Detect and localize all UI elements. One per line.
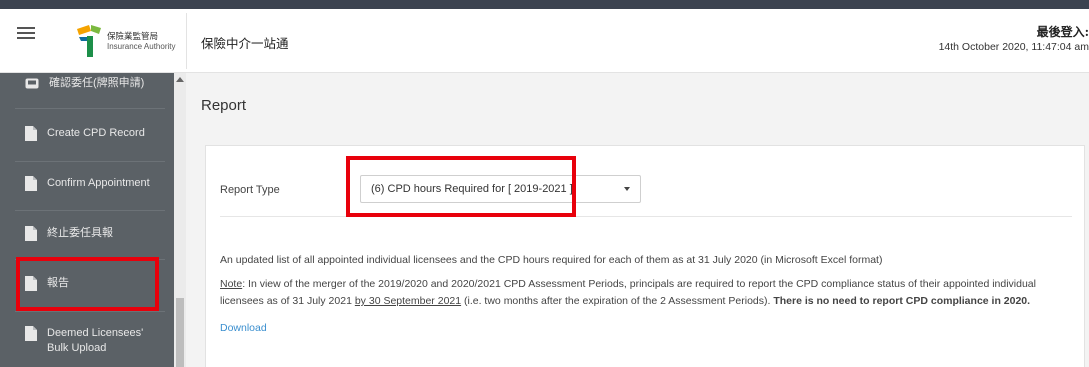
sidebar-divider: [15, 210, 165, 211]
sidebar-item-termination-notice[interactable]: 終止委任具報: [0, 226, 174, 241]
download-link[interactable]: Download: [220, 322, 267, 334]
document-icon: [25, 126, 37, 141]
last-login-info: 最後登入: 14th October 2020, 11:47:04 am: [939, 23, 1089, 53]
note-deadline: by 30 September 2021: [354, 295, 462, 307]
highlight-box-report-type: [346, 156, 576, 217]
sidebar-divider: [15, 108, 165, 109]
page-title: Report: [201, 97, 247, 114]
report-description: An updated list of all appointed individ…: [220, 254, 883, 266]
sidebar-item-deemed-licensees-bulk-upload[interactable]: Deemed Licensees' Bulk Upload: [0, 326, 174, 356]
sidebar-item-confirm-appointment-licence[interactable]: 確認委任(牌照申請): [0, 76, 174, 91]
note-label: Note: [220, 278, 243, 290]
logo-chinese-text: 保險業監管局: [107, 32, 159, 42]
menu-icon[interactable]: [13, 21, 39, 45]
logo-english-text: Insurance Authority: [107, 42, 176, 51]
header: 保險業監管局 Insurance Authority 保險中介一站通 最後登入:…: [0, 9, 1089, 73]
insurance-authority-logo-icon: [77, 25, 101, 57]
document-icon: [25, 326, 37, 341]
dropdown-arrow-icon: [624, 187, 630, 191]
note-bold-text: There is no need to report CPD complianc…: [773, 295, 1031, 307]
sidebar-item-label: Create CPD Record: [47, 127, 145, 139]
sidebar-scrollbar[interactable]: [174, 73, 186, 367]
site-title: 保險中介一站通: [201, 36, 289, 51]
sidebar-item-label: Deemed Licensees' Bulk Upload: [47, 327, 144, 354]
logo[interactable]: 保險業監管局 Insurance Authority: [55, 13, 187, 69]
report-note: Note: In view of the merger of the 2019/…: [220, 278, 1036, 307]
sidebar-divider: [15, 311, 165, 312]
sidebar-item-confirm-appointment[interactable]: Confirm Appointment: [0, 176, 174, 191]
last-login-time: 14th October 2020, 11:47:04 am: [938, 41, 1089, 53]
sidebar-item-create-cpd-record[interactable]: Create CPD Record: [0, 126, 174, 141]
highlight-box-report-menu: [16, 257, 159, 311]
inbox-icon: [25, 78, 39, 89]
document-icon: [25, 226, 37, 241]
sidebar-divider: [15, 161, 165, 162]
sidebar-item-label: 終止委任具報: [47, 227, 113, 239]
sidebar: 確認委任(牌照申請) Create CPD Record Confirm App…: [0, 73, 186, 367]
report-type-label: Report Type: [220, 184, 280, 196]
main-content: Report Report Type (6) CPD hours Require…: [186, 73, 1089, 367]
sidebar-item-label: Confirm Appointment: [47, 177, 150, 189]
document-icon: [25, 176, 37, 191]
sidebar-item-label: 確認委任(牌照申請): [49, 77, 145, 89]
report-card: Report Type (6) CPD hours Required for […: [205, 145, 1085, 367]
scrollbar-thumb[interactable]: [176, 298, 184, 367]
top-stripe: [0, 0, 1089, 9]
last-login-label: 最後登入:: [1036, 25, 1089, 39]
scroll-up-arrow-icon[interactable]: [176, 77, 184, 82]
